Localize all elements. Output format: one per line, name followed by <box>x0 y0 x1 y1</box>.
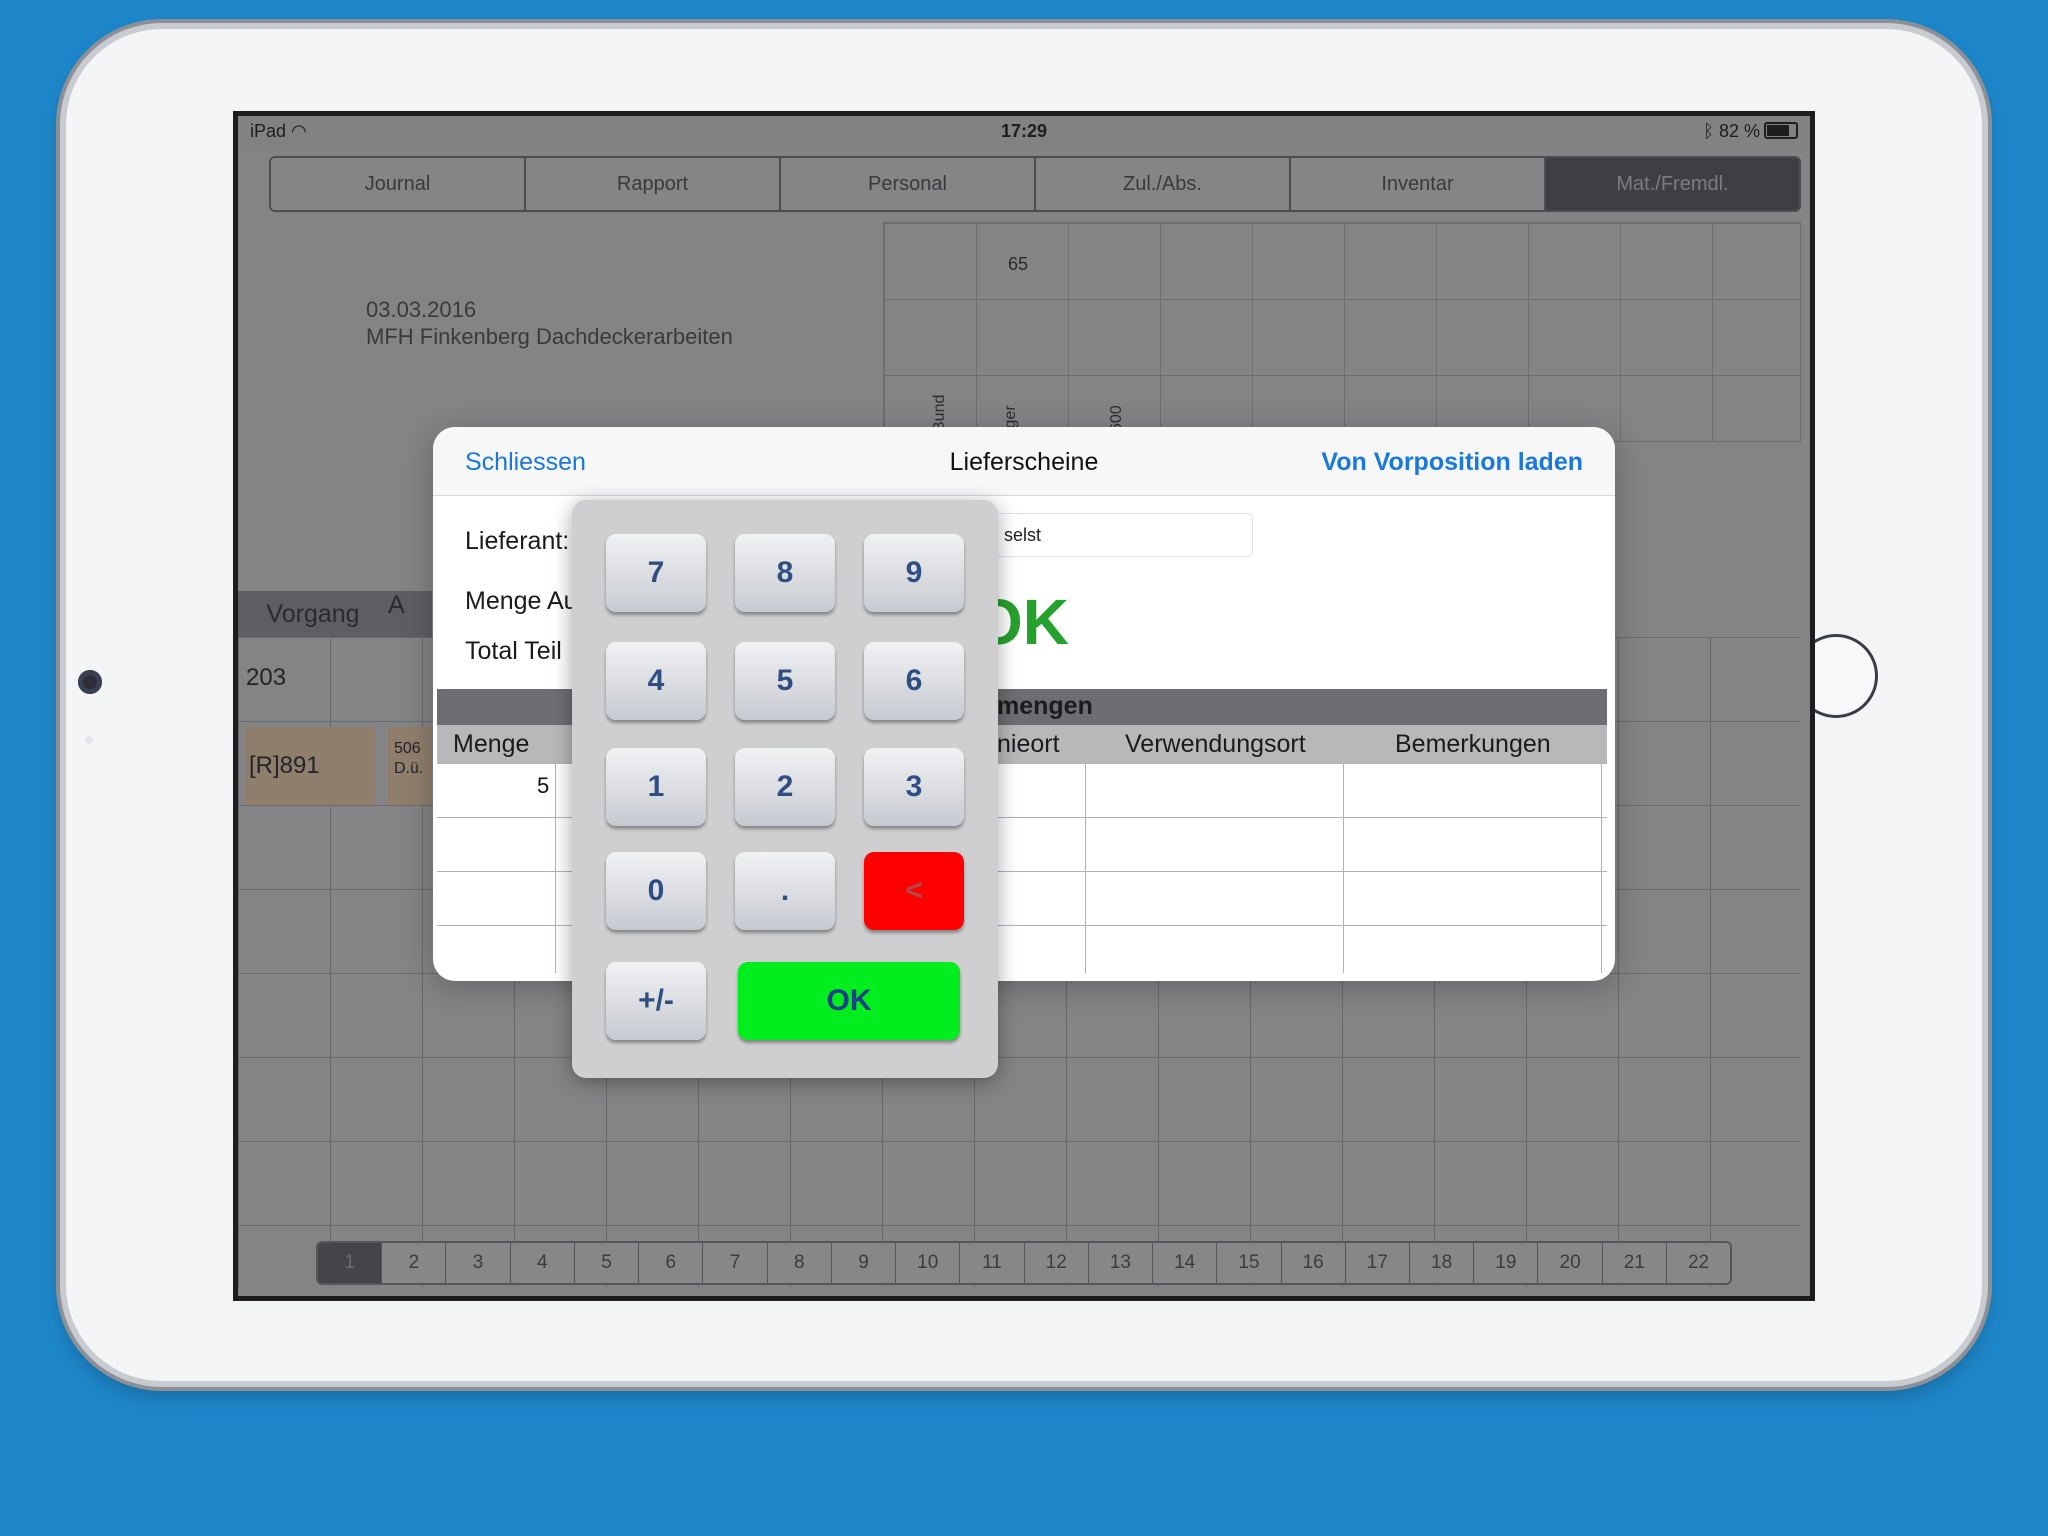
status-bar: iPad ◠ 17:29 ᛒ 82 % <box>238 116 1810 146</box>
column-divider <box>1085 763 1086 973</box>
page-20[interactable]: 20 <box>1538 1243 1603 1283</box>
project-date: 03.03.2016 <box>366 297 477 322</box>
column-header-next: A <box>388 591 432 637</box>
page-4[interactable]: 4 <box>510 1243 575 1283</box>
tab-personal[interactable]: Personal <box>781 158 1036 210</box>
battery-icon <box>1764 122 1798 139</box>
key-2[interactable]: 2 <box>735 748 835 826</box>
tab-rapport[interactable]: Rapport <box>526 158 781 210</box>
key-1[interactable]: 1 <box>606 748 706 826</box>
table-row[interactable]: [R]891 <box>245 727 375 805</box>
column-divider <box>1601 763 1602 973</box>
column-divider <box>555 763 556 973</box>
page-17[interactable]: 17 <box>1345 1243 1410 1283</box>
column-montageort: nieort <box>997 730 1060 758</box>
section-title: mengen <box>997 692 1093 720</box>
tab-mat-fremdl[interactable]: Mat./Fremdl. <box>1546 158 1799 210</box>
tab-zul-abs[interactable]: Zul./Abs. <box>1036 158 1291 210</box>
cell-line: D.ü. <box>394 760 424 777</box>
camera <box>78 670 102 694</box>
key-4[interactable]: 4 <box>606 642 706 720</box>
pager: 1 2 3 4 5 6 7 8 9 10 11 12 13 14 15 16 1… <box>316 1241 1732 1285</box>
page-3[interactable]: 3 <box>446 1243 511 1283</box>
backspace-button[interactable]: < <box>864 852 964 930</box>
lieferant-label: Lieferant: <box>465 527 570 555</box>
total-label: Total Teil <box>465 637 562 665</box>
key-9[interactable]: 9 <box>864 534 964 612</box>
backspace-icon: < <box>905 874 923 907</box>
page-2[interactable]: 2 <box>382 1243 447 1283</box>
page-5[interactable]: 5 <box>574 1243 640 1283</box>
project-name: MFH Finkenberg Dachdeckerarbeiten <box>366 324 733 349</box>
cell-line: 506 <box>394 740 421 757</box>
page-14[interactable]: 14 <box>1153 1243 1218 1283</box>
keypad-ok-button[interactable]: OK <box>738 962 960 1040</box>
key-5[interactable]: 5 <box>735 642 835 720</box>
plus-minus-button[interactable]: +/- <box>606 962 706 1040</box>
tab-journal[interactable]: Journal <box>271 158 526 210</box>
page-12[interactable]: 12 <box>1024 1243 1089 1283</box>
page-7[interactable]: 7 <box>703 1243 768 1283</box>
page-18[interactable]: 18 <box>1409 1243 1475 1283</box>
column-divider <box>1343 763 1344 973</box>
page-22[interactable]: 22 <box>1666 1243 1730 1283</box>
page-16[interactable]: 16 <box>1281 1243 1346 1283</box>
page-9[interactable]: 9 <box>831 1243 897 1283</box>
column-header-vorgang: Vorgang <box>238 591 388 637</box>
key-decimal[interactable]: . <box>735 852 835 930</box>
main-tabs: Journal Rapport Personal Zul./Abs. Inven… <box>269 156 1801 212</box>
key-6[interactable]: 6 <box>864 642 964 720</box>
table-cell[interactable]: 506 D.ü. <box>388 727 432 805</box>
numeric-keypad: 7 8 9 4 5 6 1 2 3 0 . < +/- OK <box>572 500 998 1078</box>
page-8[interactable]: 8 <box>767 1243 832 1283</box>
column-menge: Menge <box>453 730 530 758</box>
project-header: 03.03.2016 MFH Finkenberg Dachdeckerarbe… <box>366 296 733 350</box>
menge-label: Menge Au <box>465 587 578 615</box>
menge-cell[interactable]: 5 <box>537 773 549 799</box>
page-21[interactable]: 21 <box>1602 1243 1667 1283</box>
page-11[interactable]: 11 <box>960 1243 1025 1283</box>
bluetooth-icon: ᛒ <box>1703 121 1714 141</box>
page-10[interactable]: 10 <box>896 1243 961 1283</box>
key-7[interactable]: 7 <box>606 534 706 612</box>
column-bemerkungen: Bemerkungen <box>1395 730 1551 758</box>
page-1[interactable]: 1 <box>318 1243 383 1283</box>
tab-inventar[interactable]: Inventar <box>1291 158 1546 210</box>
camera-sensor <box>85 736 93 744</box>
clock: 17:29 <box>1000 121 1048 141</box>
table-row[interactable]: 203 <box>246 664 286 692</box>
page-6[interactable]: 6 <box>639 1243 704 1283</box>
lieferant-field[interactable]: selst <box>993 513 1253 557</box>
key-0[interactable]: 0 <box>606 852 706 930</box>
page-13[interactable]: 13 <box>1088 1243 1154 1283</box>
battery-percent: 82 % <box>1718 121 1760 141</box>
column-verwendungsort: Verwendungsort <box>1125 730 1306 758</box>
page-19[interactable]: 19 <box>1474 1243 1539 1283</box>
key-8[interactable]: 8 <box>735 534 835 612</box>
key-3[interactable]: 3 <box>864 748 964 826</box>
load-from-previous-button[interactable]: Von Vorposition laden <box>1321 448 1583 477</box>
battery-area: ᛒ 82 % <box>1703 121 1798 142</box>
grid-value: 65 <box>1008 254 1029 274</box>
page-15[interactable]: 15 <box>1217 1243 1282 1283</box>
dialog-toolbar: Schliessen Lieferscheine Von Vorposition… <box>433 427 1615 496</box>
